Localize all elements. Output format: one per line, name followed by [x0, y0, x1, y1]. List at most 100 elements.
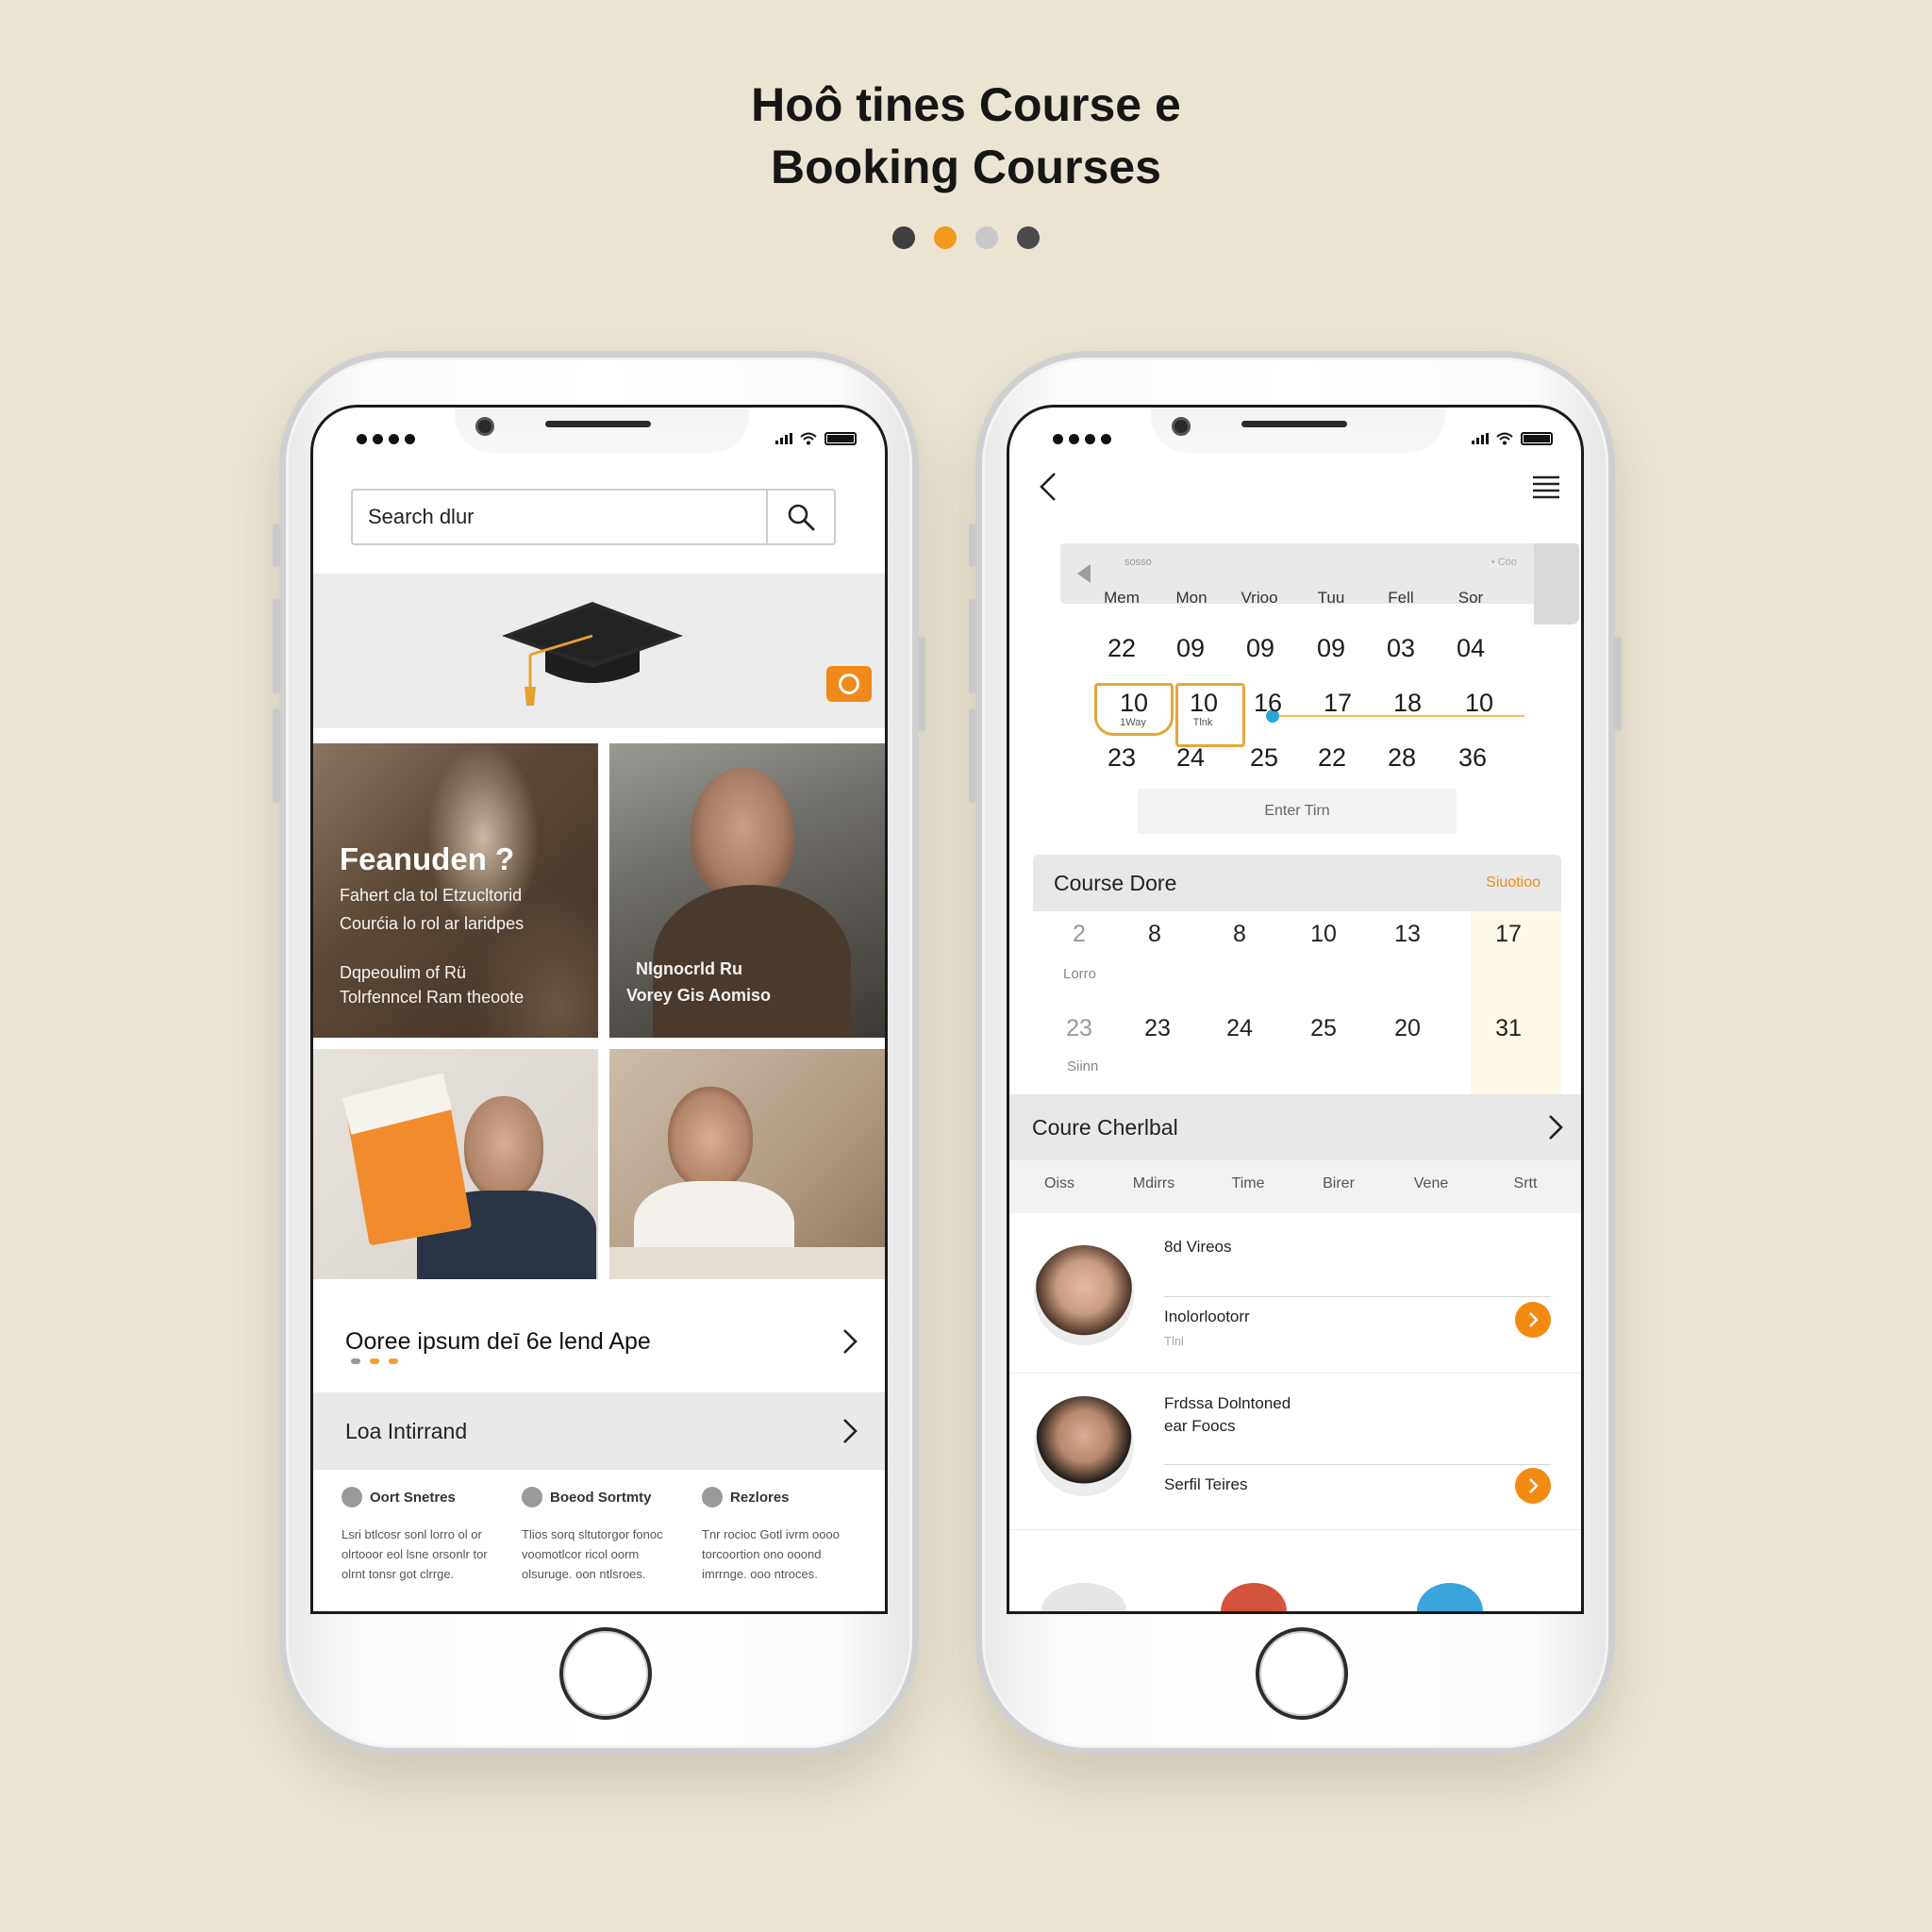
column-header[interactable]: Vene	[1389, 1175, 1474, 1192]
instructor-card[interactable]: Frdssa Dolntoned ear Foocs Serfil Teires	[1009, 1374, 1581, 1530]
graduation-cap-icon	[502, 602, 683, 706]
home-button[interactable]	[1256, 1627, 1348, 1720]
search-input[interactable]	[353, 491, 766, 543]
featured-course-tile[interactable]: Feanuden ? Fahert cla tol Etzucltorid Co…	[313, 743, 598, 1038]
pager-dot-4[interactable]	[1017, 226, 1040, 249]
pager-dot-2[interactable]	[934, 226, 957, 249]
schedule-section-header[interactable]: Coure Cherlbal	[1009, 1094, 1581, 1160]
weekday-label: Mon	[1175, 589, 1208, 607]
enter-time-button[interactable]: Enter Tirn	[1138, 789, 1457, 834]
battery-icon	[824, 432, 857, 445]
front-camera	[475, 417, 494, 436]
calendar-day[interactable]: 28	[1368, 743, 1436, 773]
right-screen: sosso • Coo Mem Mon Vrioo Tuu Fell Sor 2…	[1007, 405, 1584, 1614]
selected-day-caption: Tlnk	[1192, 717, 1213, 728]
course-day[interactable]: 2	[1046, 921, 1112, 948]
course-day[interactable]: 8	[1207, 921, 1273, 948]
calendar-day[interactable]: 36	[1439, 743, 1507, 773]
calendar-day[interactable]: 04	[1437, 634, 1505, 663]
calendar-day-selected[interactable]: 10	[1100, 689, 1168, 718]
schedule-title: Coure Cherlbal	[1032, 1114, 1178, 1140]
calendar-day[interactable]: 09	[1157, 634, 1224, 663]
calendar-day[interactable]: 22	[1298, 743, 1366, 773]
course-day[interactable]: 23	[1046, 1015, 1112, 1042]
divider	[1164, 1296, 1551, 1297]
open-instructor-button[interactable]	[1515, 1302, 1551, 1338]
featured-text-1: Fahert cla tol Etzucltorid	[340, 886, 523, 905]
instructor-name: Inolorlootorr	[1164, 1307, 1250, 1325]
calendar-day[interactable]: 03	[1367, 634, 1435, 663]
student-photo	[668, 1087, 753, 1191]
course-photo-tile[interactable]	[313, 1049, 598, 1279]
course-day[interactable]: 24	[1207, 1015, 1273, 1042]
course-photo-tile[interactable]	[609, 1049, 885, 1279]
calendar-day[interactable]: 17	[1304, 689, 1372, 718]
feature-item: Rezlores Tnr rocioc Gotl ivrm oooo torco…	[702, 1487, 862, 1584]
course-day[interactable]: 13	[1374, 921, 1441, 948]
column-header[interactable]: Mdirrs	[1111, 1175, 1196, 1192]
calendar-day[interactable]: 25	[1230, 743, 1298, 773]
calendar-day[interactable]: 09	[1226, 634, 1294, 663]
course-day[interactable]: 10	[1291, 921, 1357, 948]
search-button[interactable]	[766, 491, 834, 543]
calendar-day[interactable]: 18	[1374, 689, 1441, 718]
earpiece-speaker	[545, 421, 651, 427]
hamburger-menu-icon[interactable]	[1532, 475, 1560, 499]
back-arrow-icon[interactable]	[1036, 471, 1060, 503]
phone-notch	[1151, 408, 1445, 453]
pager-dot-1[interactable]	[892, 226, 915, 249]
wifi-icon	[1496, 432, 1513, 445]
student-photo	[691, 768, 794, 900]
right-phone: sosso • Coo Mem Mon Vrioo Tuu Fell Sor 2…	[969, 351, 1622, 1755]
column-header[interactable]: Oiss	[1017, 1175, 1102, 1192]
course-list-row[interactable]: Ooree ipsum deī 6e lend Ape	[313, 1291, 885, 1392]
instructor-subtitle: Tlnl	[1164, 1334, 1184, 1348]
section-header-row[interactable]: Loa Intirrand	[313, 1392, 885, 1470]
signal-dots-icon	[1053, 434, 1111, 444]
instructor-meta-line: ear Foocs	[1164, 1417, 1236, 1435]
side-button	[273, 524, 280, 567]
scrollbar[interactable]	[1534, 543, 1579, 625]
course-day[interactable]: 17	[1475, 921, 1541, 948]
course-panel-status[interactable]: Siuotioo	[1486, 874, 1541, 891]
wifi-icon	[800, 432, 817, 445]
calendar-day[interactable]: 09	[1297, 634, 1365, 663]
instructor-meta-line: Frdssa Dolntoned	[1164, 1394, 1291, 1412]
side-button	[969, 599, 976, 693]
weekday-label: Tuu	[1317, 589, 1345, 607]
open-instructor-button[interactable]	[1515, 1468, 1551, 1504]
course-day[interactable]: 20	[1374, 1015, 1441, 1042]
course-panel-header: Course Dore Siuotioo	[1033, 855, 1561, 911]
pager-dot-3[interactable]	[975, 226, 998, 249]
chevron-right-icon	[1549, 1115, 1563, 1140]
course-row-label: Siinn	[1067, 1058, 1099, 1074]
previous-month-icon[interactable]	[1077, 564, 1091, 583]
column-header[interactable]: Time	[1206, 1175, 1291, 1192]
calendar-day[interactable]: 24	[1157, 743, 1224, 773]
instructor-card[interactable]: 8d Vireos Inolorlootorr Tlnl	[1009, 1217, 1581, 1374]
divider	[1164, 1464, 1551, 1465]
course-photo-tile[interactable]: Nlgnocrld Ru Vorey Gis Aomiso	[609, 743, 885, 1038]
calendar-day[interactable]: 10	[1445, 689, 1513, 718]
calendar-day[interactable]: 22	[1088, 634, 1156, 663]
status-icons	[775, 432, 857, 445]
calendar-day[interactable]: 16	[1234, 689, 1302, 718]
course-day[interactable]: 31	[1475, 1015, 1541, 1042]
column-header[interactable]: Srtt	[1483, 1175, 1568, 1192]
instructor-meta: Frdssa Dolntoned ear Foocs	[1164, 1392, 1291, 1438]
camera-icon[interactable]	[826, 666, 872, 702]
phone-notch	[455, 408, 749, 453]
column-header[interactable]: Birer	[1296, 1175, 1381, 1192]
calendar-day-selected[interactable]: 10	[1170, 689, 1238, 718]
weekday-label: Mem	[1104, 589, 1140, 607]
course-day[interactable]: 23	[1124, 1015, 1191, 1042]
side-button	[273, 708, 280, 803]
featured-text-4: Tolrfenncel Ram theoote	[340, 988, 525, 1007]
home-button[interactable]	[559, 1627, 652, 1720]
course-day[interactable]: 8	[1122, 921, 1188, 948]
course-day[interactable]: 25	[1291, 1015, 1357, 1042]
weekday-label: Fell	[1388, 589, 1414, 607]
status-icons	[1472, 432, 1553, 445]
calendar-day[interactable]: 23	[1088, 743, 1156, 773]
tile-caption-2: Vorey Gis Aomiso	[626, 986, 772, 1005]
